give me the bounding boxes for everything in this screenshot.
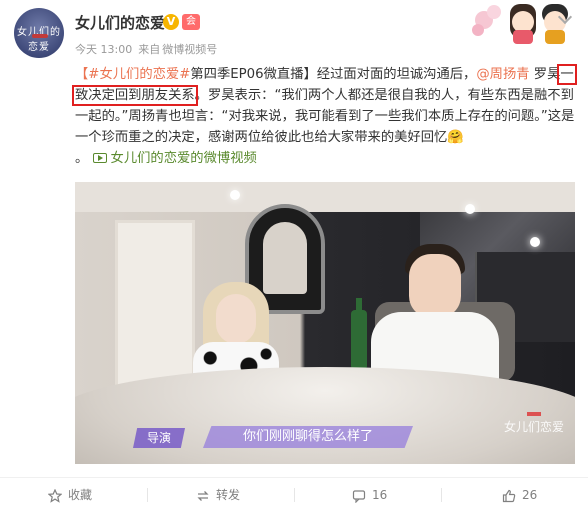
mention-link[interactable]: @周扬青 (476, 67, 529, 82)
divider (147, 488, 148, 502)
ceiling-light-icon (465, 204, 475, 214)
favorite-button[interactable]: 收藏 (48, 486, 92, 504)
ceiling-light-icon (230, 190, 240, 200)
watermark-logo-icon (527, 412, 541, 416)
comment-button[interactable]: 16 (352, 486, 387, 504)
repost-label: 转发 (216, 488, 241, 502)
avatar-logo-mark (32, 34, 48, 38)
star-icon (48, 488, 62, 503)
video-scene-bottle (351, 298, 367, 368)
favorite-label: 收藏 (68, 488, 93, 502)
post-source[interactable]: 微博视频号 (162, 43, 217, 56)
verified-icon: V (163, 14, 179, 30)
repost-button[interactable]: 转发 (196, 486, 240, 504)
thumbs-up-icon (502, 489, 516, 502)
video-play-icon (92, 153, 107, 163)
post-text-4: 。 (75, 151, 89, 166)
cartoon-couple-decoration (472, 4, 568, 44)
source-prefix: 来自 (138, 43, 161, 56)
action-bar: 收藏 转发 16 26 (0, 477, 588, 508)
divider (294, 488, 295, 502)
repost-icon (197, 490, 209, 501)
watermark-text: 女儿们恋爱 (503, 420, 564, 434)
video-link-label: 女儿们的恋爱的微博视频 (110, 151, 257, 166)
video-person-left-face (216, 294, 256, 344)
avatar[interactable]: 女儿们的恋爱 (14, 8, 64, 58)
video-watermark: 女儿们恋爱 (497, 412, 571, 435)
topic-tag[interactable]: 【#女儿们的恋爱# (75, 67, 190, 82)
avatar-logo-text: 女儿们的恋爱 (17, 27, 61, 53)
post-time[interactable]: 今天 13:00 (75, 43, 132, 56)
video-scene-mirror-reflection (263, 222, 307, 294)
account-name[interactable]: 女儿们的恋爱 (75, 12, 165, 33)
video-link[interactable]: 女儿们的恋爱的微博视频 (92, 151, 257, 166)
divider (441, 488, 442, 502)
post-text-1: 第四季EP06微直播】经过面对面的坦诚沟通后， (190, 67, 477, 82)
video-player[interactable]: 导演 你们刚刚聊得怎么样了 女儿们恋爱 (75, 182, 575, 464)
subtitle-text: 你们刚刚聊得怎么样了 (203, 426, 413, 448)
post-text-2: 罗昊 (529, 67, 561, 82)
video-person-right-face (409, 254, 461, 318)
video-scene-door (115, 220, 195, 390)
ceiling-light-icon (530, 237, 540, 247)
post-content: 【#女儿们的恋爱#第四季EP06微直播】经过面对面的坦诚沟通后，@周扬青 罗昊一… (72, 64, 577, 169)
member-badge-icon: 会 (182, 14, 200, 30)
comment-count: 16 (372, 488, 388, 502)
like-button[interactable]: 26 (502, 486, 537, 504)
comment-icon (352, 489, 366, 503)
weibo-post: 女儿们的恋爱 女儿们的恋爱 V 会 今天 13:00 来自 微博视频号 【#女儿们的… (0, 0, 588, 508)
video-scene-ceiling (75, 182, 575, 212)
subtitle-speaker: 导演 (133, 428, 186, 448)
post-meta: 今天 13:00 来自 微博视频号 (75, 41, 223, 57)
like-count: 26 (522, 488, 538, 502)
